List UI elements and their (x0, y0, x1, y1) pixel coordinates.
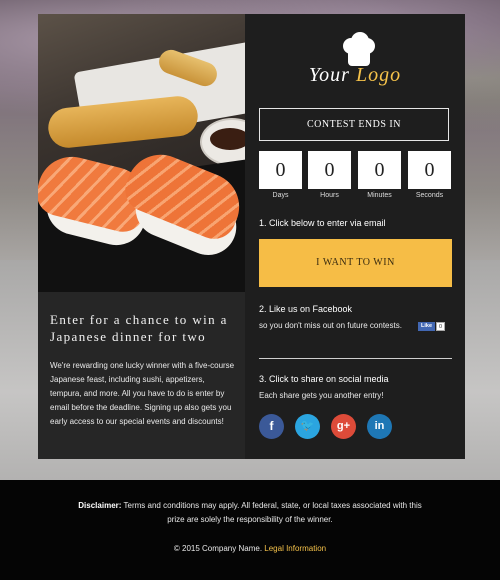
divider (259, 358, 452, 359)
countdown-label: Seconds (415, 192, 444, 199)
footer: Disclaimer: Terms and conditions may app… (0, 480, 500, 580)
step1-title: 1. Click below to enter via email (259, 218, 386, 228)
left-panel: Enter for a chance to win a Japanese din… (38, 14, 245, 459)
logo-word-2: Logo (355, 64, 402, 86)
description: We're rewarding one lucky winner with a … (50, 361, 235, 426)
photo-sauce (210, 128, 245, 150)
countdown-label: Hours (320, 192, 339, 199)
photo-tempura (46, 94, 200, 150)
copyright: © 2015 Company Name. Legal Information (0, 544, 500, 553)
twitter-share-icon[interactable]: 🐦 (295, 414, 320, 439)
logo-word-1: Your (308, 64, 350, 86)
step2-title: 2. Like us on Facebook (259, 304, 353, 314)
disclaimer-label: Disclaimer: (78, 501, 122, 510)
countdown-minutes: 0 Minutes (358, 151, 401, 199)
countdown-value: 0 (308, 151, 351, 189)
step2-text: so you don't miss out on future contests… (259, 321, 402, 330)
disclaimer-text: Terms and conditions may apply. All fede… (123, 501, 422, 524)
headline: Enter for a chance to win a Japanese din… (50, 312, 228, 344)
legal-information-link[interactable]: Legal Information (264, 544, 326, 553)
sushi-photo (38, 14, 245, 292)
countdown-days: 0 Days (259, 151, 302, 199)
countdown-seconds: 0 Seconds (408, 151, 451, 199)
countdown-value: 0 (259, 151, 302, 189)
like-count: 0 (436, 322, 446, 331)
step3-text: Each share gets you another entry! (259, 391, 384, 400)
countdown-hours: 0 Hours (308, 151, 351, 199)
contest-card: Enter for a chance to win a Japanese din… (38, 14, 465, 459)
countdown-label: Days (272, 192, 289, 199)
step3-title: 3. Click to share on social media (259, 374, 389, 384)
contest-ends-banner: CONTEST ENDS IN (259, 108, 449, 141)
linkedin-share-icon[interactable]: in (367, 414, 392, 439)
chef-hat-icon (341, 32, 377, 66)
google-plus-share-icon[interactable]: g+ (331, 414, 356, 439)
enter-button[interactable]: I WANT TO WIN (259, 239, 452, 287)
facebook-like-widget[interactable]: Like 0 (418, 322, 446, 331)
copyright-text: © 2015 Company Name. (173, 544, 263, 553)
logo: Your Logo (245, 64, 465, 87)
countdown-value: 0 (358, 151, 401, 189)
countdown-label: Minutes (367, 192, 392, 199)
countdown-value: 0 (408, 151, 451, 189)
right-panel: Your Logo CONTEST ENDS IN 0 Days 0 Hours… (245, 14, 465, 459)
facebook-like-button[interactable]: Like (418, 322, 436, 331)
disclaimer: Disclaimer: Terms and conditions may app… (70, 499, 430, 527)
facebook-share-icon[interactable]: f (259, 414, 284, 439)
